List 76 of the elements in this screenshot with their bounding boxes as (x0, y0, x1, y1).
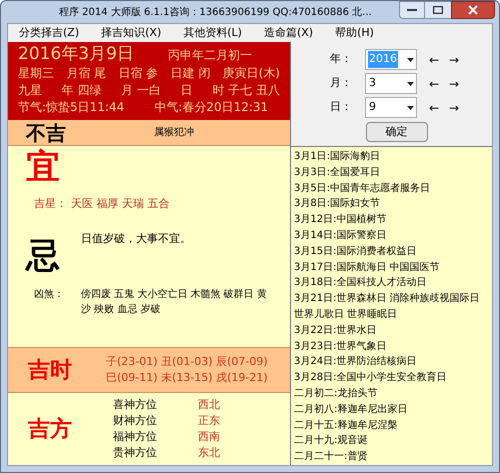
almanac-text: 时 子七 丑八 (212, 82, 280, 100)
ji-glyph: 忌 (26, 238, 61, 273)
festival-item: 二月二十一:普贤 (294, 450, 368, 464)
festival-item: 3月22日:世界水日 (294, 324, 378, 338)
almanac-text: 年 四绿 (62, 82, 102, 100)
festival-item: 二月十九:观音诞 (294, 434, 368, 448)
festival-item: 二月十五:释迦牟尼涅槃 (294, 418, 398, 433)
direction-value: 正东 (198, 413, 220, 430)
festival-item: 3月14日:国际警察日 (294, 228, 388, 244)
festival-item: 二月初二:龙抬头节 (294, 386, 378, 402)
direction-name: 财神方位 (113, 413, 158, 430)
festival-item: 3月17日:国际航海日 中国国医节 (294, 260, 441, 275)
almanac-text: 月 一白 (121, 82, 161, 100)
menu-item[interactable]: 帮助(H) (328, 24, 381, 42)
almanac-text: 月宿 尾 (66, 65, 106, 82)
direction-value: 西北 (198, 397, 220, 414)
festival-item: 3月23日:世界气象日 (294, 340, 388, 354)
verdict: 不吉 (26, 120, 67, 147)
festival-item: 3月5日:中国青年志愿者服务日 (294, 182, 432, 196)
festival-item: 3月8日:国际妇女节 (294, 196, 382, 212)
menu-item[interactable]: 造命篇(X) (256, 24, 320, 42)
ji-note: 日值岁破，大事不宜。 (81, 230, 191, 247)
festival-item: 3月3日:全国爱耳日 (294, 166, 382, 180)
confirm-button[interactable]: 确定 (366, 122, 428, 142)
evil-stars-label: 凶煞： (33, 288, 65, 302)
good-directions-title: 吉方 (28, 414, 73, 444)
festival-item: 3月21日:世界森林日 消除种族歧视国际日 (294, 292, 481, 306)
next-button[interactable]: → (445, 74, 463, 93)
almanac-text: 星期三 (18, 65, 54, 82)
menu-item[interactable]: 择吉知识(X) (94, 24, 168, 42)
evil-stars: 傍四废 五鬼 大小空亡日 木髓煞 破群日 黄沙 殃败 血忌 岁破 (81, 288, 268, 317)
solar-date: 2016年3月9日 (18, 44, 135, 66)
date-dropdown[interactable]: 9 (365, 97, 417, 118)
dropdown-value: 3 (368, 75, 377, 92)
festival-item: 3月12日:中国植树节 (294, 212, 388, 228)
almanac-text: 日建 闭 (170, 65, 210, 82)
festival-item: 世界儿歌日 世界睡眠日 (294, 308, 398, 322)
solar-term: 中气:春分20日12:31 (154, 99, 268, 116)
almanac-text: 九星 (18, 82, 42, 100)
good-hours-line: 巳(09-11) 未(13-15) 戌(19-21) (106, 370, 268, 386)
lucky-stars: 天医 福厚 天瑞 五合 (71, 196, 170, 212)
almanac-text: 庚寅日(木) (222, 65, 280, 82)
yi-glyph: 宜 (26, 150, 61, 184)
almanac-text: 日宿 参 (118, 65, 158, 82)
festival-item: 3月28日:全国中小学生安全教育日 (294, 370, 448, 386)
previous-button[interactable]: ← (425, 74, 443, 93)
direction-value: 西南 (198, 429, 220, 446)
previous-button[interactable]: ← (425, 50, 443, 69)
festival-item: 3月1日:国际海豹日 (294, 150, 382, 164)
window-title: 程序 2014 大师版 6.1.1咨询：13663906199 QQ:470160886 北... (58, 6, 373, 20)
date-dropdown[interactable]: 3 (365, 73, 417, 94)
dropdown-value: 9 (368, 99, 377, 116)
solar-term: 节气:惊蛰5日11:44 (18, 99, 124, 116)
almanac-text: 日 (180, 82, 193, 100)
previous-button[interactable]: ← (425, 98, 443, 117)
menu-item[interactable]: 其他资料(L) (176, 24, 249, 42)
next-button[interactable]: → (445, 50, 463, 69)
dropdown-value: 2016 (368, 51, 398, 68)
good-hours-title: 吉时 (28, 356, 73, 385)
direction-name: 贵神方位 (113, 445, 158, 462)
festival-item: 3月15日:国际消费者权益日 (294, 244, 418, 259)
next-button[interactable]: → (445, 98, 463, 117)
direction-name: 福神方位 (113, 429, 158, 446)
lunar-date: 丙申年二月初一 (168, 47, 252, 64)
festival-item: 二月初八:释迦牟尼出家日 (294, 402, 408, 417)
clash-text: 属猴犯冲 (154, 126, 194, 140)
date-field-label: 月： (329, 75, 353, 92)
lucky-stars-label: 吉星： (33, 196, 68, 212)
date-field-label: 年： (329, 51, 353, 68)
direction-value: 东北 (198, 445, 220, 462)
date-field-label: 日： (329, 99, 353, 116)
good-hours-line: 子(23-01) 丑(01-03) 辰(07-09) (106, 354, 268, 370)
direction-name: 喜神方位 (113, 397, 158, 414)
festival-item: 3月24日:世界防治结核病日 (294, 354, 418, 370)
menu-item[interactable]: 分类择吉(Z) (12, 24, 86, 42)
festival-item: 3月18日:全国科技人才活动日 (294, 276, 428, 290)
